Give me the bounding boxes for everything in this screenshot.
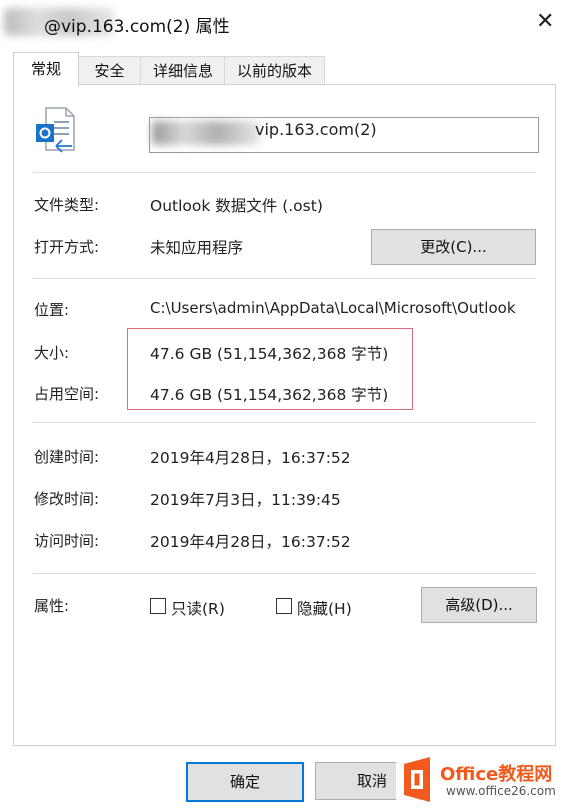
outlook-file-icon [36,106,78,154]
window-title: @vip.163.com(2) 属性 [44,17,230,37]
size-on-disk-label: 占用空间: [34,385,100,403]
change-button[interactable]: 更改(C)... [371,229,536,265]
created-value: 2019年4月28日，16:37:52 [150,449,351,467]
file-type-label: 文件类型: [34,196,100,214]
attributes-label: 属性: [34,597,70,615]
hidden-label[interactable]: 隐藏(H) [297,597,352,619]
accessed-label: 访问时间: [34,532,100,550]
ok-button[interactable]: 确定 [186,762,304,802]
accessed-value: 2019年4月28日，16:37:52 [150,533,351,551]
tab-security[interactable]: 安全 [77,56,142,85]
modified-label: 修改时间: [34,490,100,508]
file-name-text: vip.163.com(2) [255,120,377,139]
tab-previous-versions[interactable]: 以前的版本 [224,56,325,85]
file-type-value: Outlook 数据文件 (.ost) [150,197,323,215]
watermark-brand: Office教程网 [440,764,553,785]
opens-with-label: 打开方式: [34,238,100,256]
size-value: 47.6 GB (51,154,362,368 字节) [150,345,389,363]
tab-details[interactable]: 详细信息 [140,56,226,85]
separator [33,573,536,574]
separator [33,172,536,173]
separator [33,278,536,279]
close-icon[interactable]: ✕ [536,10,554,34]
hidden-checkbox[interactable] [276,598,292,614]
created-label: 创建时间: [34,448,100,466]
tab-general[interactable]: 常规 [13,52,79,87]
readonly-label[interactable]: 只读(R) [171,597,225,619]
readonly-checkbox[interactable] [150,598,166,614]
size-label: 大小: [34,344,70,362]
advanced-button[interactable]: 高级(D)... [421,587,537,623]
watermark-url: www.office26.com [446,784,556,798]
general-panel [13,84,556,746]
size-on-disk-value: 47.6 GB (51,154,362,368 字节) [150,386,389,404]
separator [33,422,536,423]
location-label: 位置: [34,301,70,319]
modified-value: 2019年7月3日，11:39:45 [150,491,341,509]
redacted-name-prefix [152,121,260,145]
location-value: C:\Users\admin\AppData\Local\Microsoft\O… [150,299,516,317]
opens-with-value: 未知应用程序 [150,239,244,257]
